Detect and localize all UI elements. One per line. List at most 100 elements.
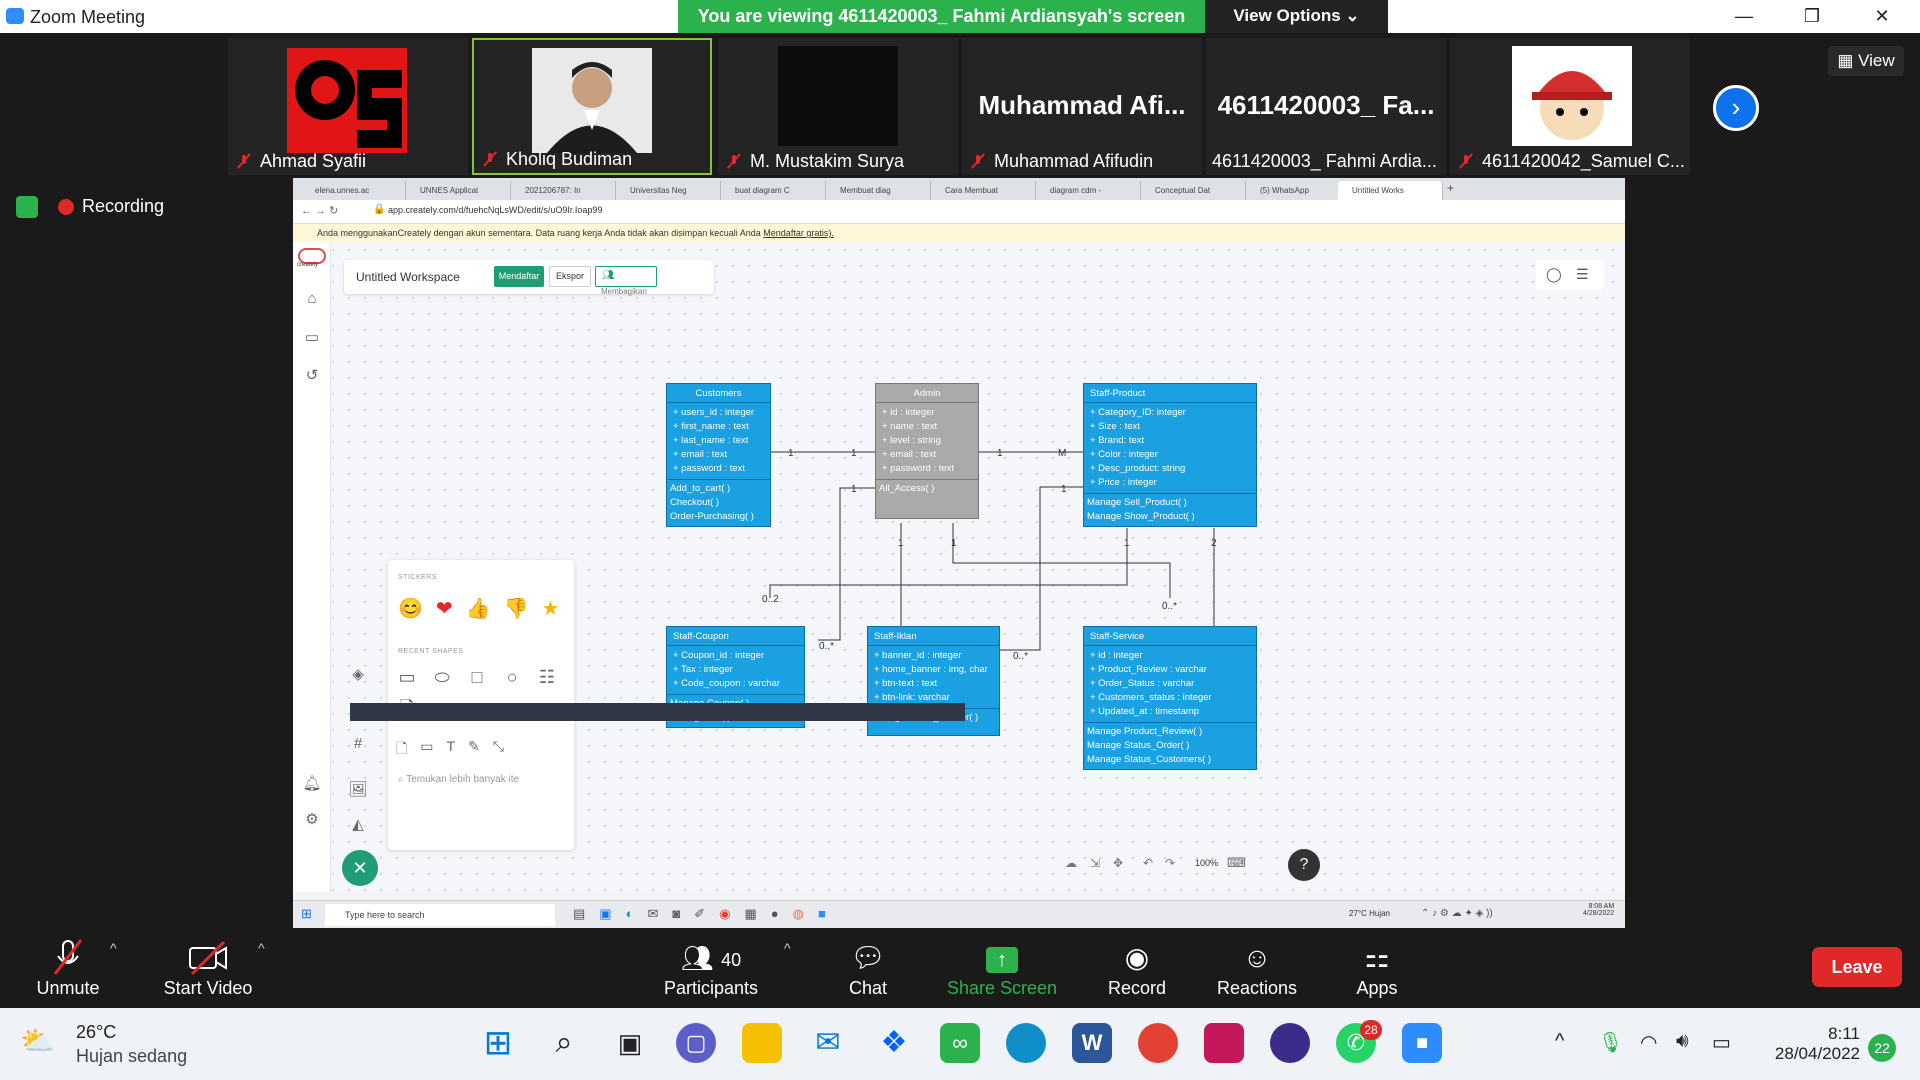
firefox-icon[interactable]: ◍	[793, 906, 804, 922]
apps-grid-icon: ⚏	[1364, 942, 1390, 973]
share-screen-button[interactable]: ↑ Share Screen	[942, 938, 1062, 999]
settings-hex-icon[interactable]	[1270, 1023, 1310, 1063]
mail-icon[interactable]: ✉	[808, 1023, 848, 1063]
multiplicity-label: 0..2	[762, 594, 779, 605]
thumbs-down-sticker-icon[interactable]: 👎	[504, 596, 529, 621]
record-label: Record	[1107, 978, 1167, 998]
teams-chat-icon[interactable]: ▢	[676, 1023, 716, 1063]
clock[interactable]: 8:11 28/04/2022	[1760, 1024, 1860, 1064]
windows-start-icon[interactable]: ⊞	[301, 906, 312, 922]
zoom-taskbar-icon[interactable]: ■	[1402, 1023, 1442, 1063]
inner-clock: 8:08 AM 4/28/2022	[1583, 903, 1614, 917]
page-icon[interactable]: 🗋︎	[396, 738, 407, 762]
apps-button[interactable]: ⚏ Apps	[1317, 938, 1437, 999]
heart-sticker-icon[interactable]: ❤	[436, 596, 453, 621]
frame-icon[interactable]: #	[346, 735, 370, 759]
task-view-icon[interactable]: ▣	[610, 1023, 650, 1063]
audio-options-chevron-icon[interactable]: ^	[110, 940, 117, 956]
word-icon[interactable]: W	[1072, 1023, 1112, 1063]
help-button[interactable]: ?	[1288, 849, 1320, 881]
zoom-icon[interactable]: ■	[818, 906, 826, 922]
multiplicity-label: 1	[851, 484, 857, 495]
cloud-icon[interactable]: ☁	[1065, 856, 1077, 870]
leave-button[interactable]: Leave	[1812, 947, 1902, 987]
tray-chevron-icon[interactable]: ^	[1555, 1030, 1564, 1053]
participants-chevron-icon[interactable]: ^	[784, 940, 791, 956]
mail-icon[interactable]: ✉	[647, 906, 658, 922]
inner-tray-icons: ⌃ ♪ ⚙ ☁ ✦ ◈ ))	[1421, 908, 1493, 919]
multiplicity-label: 0..*	[1162, 601, 1177, 612]
presenter-app-icon[interactable]	[1204, 1023, 1244, 1063]
chrome-icon[interactable]: ◉	[719, 906, 730, 922]
class-title: Admin	[876, 384, 978, 403]
class-title: Staff-Product	[1084, 384, 1256, 403]
github-icon[interactable]: ●	[771, 906, 779, 922]
search-icon[interactable]: ⌕	[544, 1023, 584, 1063]
multiplicity-label: 1	[898, 538, 904, 549]
dropbox-icon[interactable]: ❖	[874, 1023, 914, 1063]
class-attribute: + id : integer	[882, 407, 935, 418]
smiley-plus-icon: ☺	[1242, 942, 1272, 973]
class-title: Staff-Iklan	[868, 627, 999, 646]
video-options-chevron-icon[interactable]: ^	[258, 940, 265, 956]
uml-class-staff-service[interactable]: Staff-Service + id : integer + Product_Re…	[1083, 626, 1257, 770]
explorer-icon[interactable]: ▦	[744, 906, 756, 922]
undo-icon[interactable]: ↶	[1143, 856, 1153, 870]
task-view-icon[interactable]: ▤	[573, 906, 585, 922]
smile-sticker-icon[interactable]: 😊	[398, 596, 423, 621]
arduino-icon[interactable]: ∞	[940, 1023, 980, 1063]
uml-class-staff-product[interactable]: Staff-Product + Category_ID: integer + Si…	[1083, 383, 1257, 527]
star-sticker-icon[interactable]: ★	[541, 596, 559, 621]
file-explorer-icon[interactable]	[742, 1023, 782, 1063]
keyboard-icon[interactable]: ⌨	[1227, 855, 1246, 871]
wifi-icon[interactable]: ◠	[1640, 1030, 1657, 1055]
rectangle-shape-icon[interactable]: ▭	[396, 666, 418, 688]
inner-search-box[interactable]: Type here to search	[325, 904, 555, 926]
uml-class-customers[interactable]: Customers + users_id : integer + first_na…	[666, 383, 771, 527]
store-icon[interactable]: ▣	[599, 906, 611, 922]
move-icon[interactable]: ✥	[1113, 856, 1123, 870]
find-more-shapes-input[interactable]: ⌕ Temukan lebih banyak ite	[398, 774, 519, 785]
edge-icon[interactable]: ◐	[626, 906, 634, 922]
participants-count: 40	[721, 950, 742, 971]
notification-count-badge[interactable]: 22	[1868, 1034, 1896, 1062]
square-shape-icon[interactable]: □	[466, 666, 488, 688]
paint-icon[interactable]: ✐	[694, 906, 705, 922]
edge-icon[interactable]	[1006, 1023, 1046, 1063]
layers-icon[interactable]: ◈	[346, 665, 370, 689]
zoom-level[interactable]: 100%	[1195, 858, 1218, 868]
table-shape-icon[interactable]: ☷	[536, 666, 558, 688]
mic-tray-icon[interactable]: 🎙︎	[1598, 1030, 1623, 1055]
camera-icon[interactable]: ◙	[672, 906, 680, 922]
shapes-icon[interactable]: ◭	[346, 815, 370, 839]
class-attribute: + email : text	[673, 449, 728, 460]
class-attribute: + email : text	[882, 449, 937, 460]
pointer-icon[interactable]: ⇲	[1090, 856, 1100, 870]
uml-class-admin[interactable]: Admin + id : integer + name : text + level…	[875, 383, 979, 519]
participants-button[interactable]: 👥︎ 40 Participants	[651, 938, 771, 999]
class-method: Manage Status_Order( )	[1087, 740, 1190, 751]
chrome-icon[interactable]	[1138, 1023, 1178, 1063]
circle-shape-icon[interactable]: ○	[501, 666, 523, 688]
start-video-button[interactable]: Start Video	[148, 938, 268, 999]
image-icon[interactable]: 🖼︎	[346, 780, 370, 804]
pen-tool-icon[interactable]: ✎	[468, 738, 480, 762]
close-panel-button[interactable]: ✕	[342, 850, 378, 886]
weather-temp[interactable]: 26°C	[76, 1022, 116, 1043]
volume-icon[interactable]: 🔊︎	[1676, 1030, 1689, 1053]
thumbs-up-sticker-icon[interactable]: 👍	[466, 596, 491, 621]
text-tool-icon[interactable]: T	[447, 738, 456, 762]
redo-icon[interactable]: ↷	[1165, 856, 1175, 870]
battery-icon[interactable]: ▭	[1712, 1030, 1731, 1055]
chat-label: Chat	[848, 978, 888, 998]
windows-start-icon[interactable]: ⊞	[478, 1023, 518, 1063]
stickers-title: STICKERS	[398, 574, 438, 581]
record-button[interactable]: ◉ Record	[1077, 938, 1197, 999]
text-box-icon[interactable]: ▭	[420, 738, 433, 762]
ellipse-shape-icon[interactable]: ⬭	[431, 666, 453, 688]
chat-button[interactable]: 💬︎ Chat	[808, 938, 928, 999]
inner-taskbar-apps: ▤ ▣ ◐ ✉ ◙ ✐ ◉ ▦ ● ◍ ■	[573, 906, 826, 922]
weather-cloud-icon[interactable]: ⛅	[20, 1024, 55, 1057]
connector-tool-icon[interactable]: ⤡	[493, 738, 504, 762]
reactions-button[interactable]: ☺ Reactions	[1197, 938, 1317, 999]
